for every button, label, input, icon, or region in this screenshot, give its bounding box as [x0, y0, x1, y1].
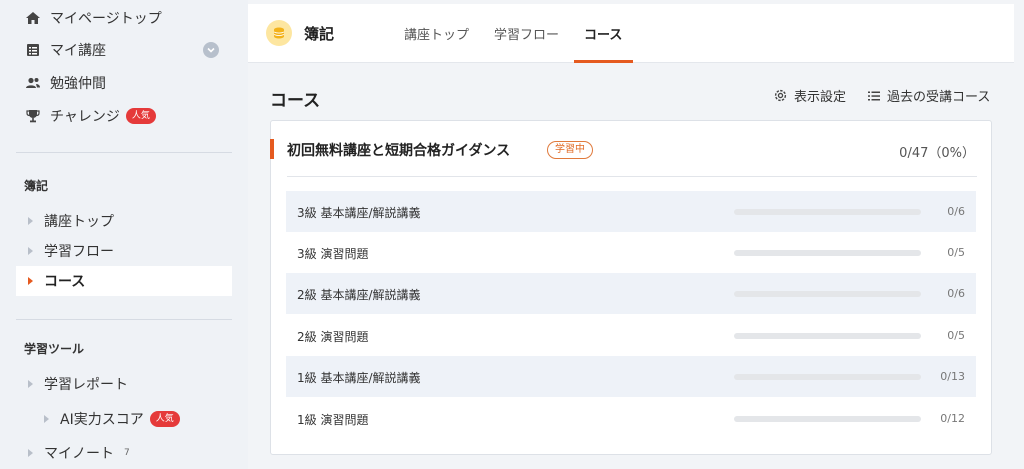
course-row[interactable]: 1級 基本講座/解説講義 0/13 [286, 356, 976, 397]
tab-course[interactable]: コース [584, 24, 622, 43]
people-icon [24, 74, 42, 92]
display-settings-button[interactable]: 表示設定 [773, 86, 846, 105]
coins-icon [266, 20, 292, 46]
sidebar-item-label: マイ講座 [50, 43, 106, 59]
divider [287, 176, 977, 177]
row-label: 1級 演習問題 [297, 413, 369, 427]
popular-badge: 人気 [149, 411, 180, 427]
sidebar-item-label: 勉強仲間 [50, 76, 106, 92]
caret-right-icon [28, 247, 33, 255]
course-progress-text: 0/47（0%） [899, 146, 975, 161]
course-row[interactable]: 3級 演習問題 0/5 [286, 232, 976, 273]
sidebar-item-my-courses[interactable]: マイ講座 [24, 35, 106, 65]
caret-right-icon [28, 449, 33, 457]
row-label: 3級 基本講座/解説講義 [297, 206, 421, 220]
course-title[interactable]: 初回無料講座と短期合格ガイダンス [287, 140, 510, 160]
row-progress-bar [734, 291, 921, 297]
row-label: 1級 基本講座/解説講義 [297, 371, 421, 385]
divider [16, 152, 232, 153]
row-progress-bar [734, 374, 921, 380]
gear-icon [773, 88, 788, 103]
section-title-boki: 簿記 [24, 179, 49, 193]
course-row[interactable]: 3級 基本講座/解説講義 0/6 [286, 191, 976, 232]
sidebar-item-my-notes[interactable]: マイノート 7 [16, 438, 232, 468]
list-icon [867, 89, 881, 103]
sidebar-item-label: AI実力スコア [60, 412, 144, 428]
popular-badge: 人気 [125, 108, 156, 124]
sidebar-item-ai-score[interactable]: AI実力スコア 人気 [16, 404, 232, 434]
course-header: 簿記 講座トップ 学習フロー コース [248, 4, 1014, 63]
past-courses-button[interactable]: 過去の受講コース [867, 86, 990, 105]
caret-right-icon [28, 277, 33, 285]
caret-right-icon [28, 217, 33, 225]
card-accent-bar [270, 139, 274, 159]
sidebar-item-label: コース [44, 274, 86, 290]
sidebar-item-course-top[interactable]: 講座トップ [16, 206, 232, 236]
tab-course-top[interactable]: 講座トップ [404, 24, 469, 43]
past-courses-label: 過去の受講コース [887, 90, 991, 105]
course-row[interactable]: 2級 基本講座/解説講義 0/6 [286, 273, 976, 314]
sidebar: マイページトップ マイ講座 勉強仲間 チャレンジ 人気 簿記 講座トップ 学習フ… [0, 0, 248, 469]
sidebar-item-label: チャレンジ [50, 109, 120, 125]
subject-title: 簿記 [304, 25, 335, 43]
sidebar-item-challenge[interactable]: チャレンジ 人気 [24, 101, 156, 131]
sidebar-item-label: 学習フロー [44, 244, 114, 260]
notes-count: 7 [124, 448, 130, 458]
display-settings-label: 表示設定 [794, 90, 847, 105]
sidebar-item-study-buddies[interactable]: 勉強仲間 [24, 68, 106, 98]
row-count: 0/6 [947, 287, 965, 300]
row-progress-bar [734, 416, 921, 422]
sidebar-item-course[interactable]: コース [16, 266, 232, 296]
row-progress-bar [734, 250, 921, 256]
tab-study-flow[interactable]: 学習フロー [494, 24, 559, 43]
sidebar-item-mypage-top[interactable]: マイページトップ [24, 3, 162, 33]
sidebar-item-label: マイページトップ [50, 11, 162, 27]
divider [16, 319, 232, 320]
home-icon [24, 9, 42, 27]
sidebar-item-study-report[interactable]: 学習レポート [16, 369, 232, 399]
caret-right-icon [28, 380, 33, 388]
list-icon [24, 41, 42, 59]
sidebar-item-label: マイノート [44, 446, 114, 462]
row-count: 0/12 [940, 412, 965, 425]
caret-right-icon [44, 415, 49, 423]
row-label: 3級 演習問題 [297, 247, 369, 261]
course-row[interactable]: 1級 演習問題 0/12 [286, 398, 976, 439]
row-count: 0/5 [947, 246, 965, 259]
sidebar-item-study-flow[interactable]: 学習フロー [16, 236, 232, 266]
sidebar-item-label: 講座トップ [44, 214, 114, 230]
active-tab-indicator [574, 60, 633, 63]
page-title: コース [270, 91, 321, 111]
course-row[interactable]: 2級 演習問題 0/5 [286, 315, 976, 356]
section-title-study-tools: 学習ツール [24, 342, 85, 356]
trophy-icon [24, 107, 42, 125]
row-count: 0/5 [947, 329, 965, 342]
status-badge: 学習中 [547, 141, 593, 159]
chevron-down-icon[interactable] [203, 42, 219, 58]
row-count: 0/13 [940, 370, 965, 383]
row-progress-bar [734, 209, 921, 215]
row-label: 2級 演習問題 [297, 330, 369, 344]
sidebar-item-label: 学習レポート [44, 377, 128, 393]
row-label: 2級 基本講座/解説講義 [297, 288, 421, 302]
row-count: 0/6 [947, 205, 965, 218]
row-progress-bar [734, 333, 921, 339]
